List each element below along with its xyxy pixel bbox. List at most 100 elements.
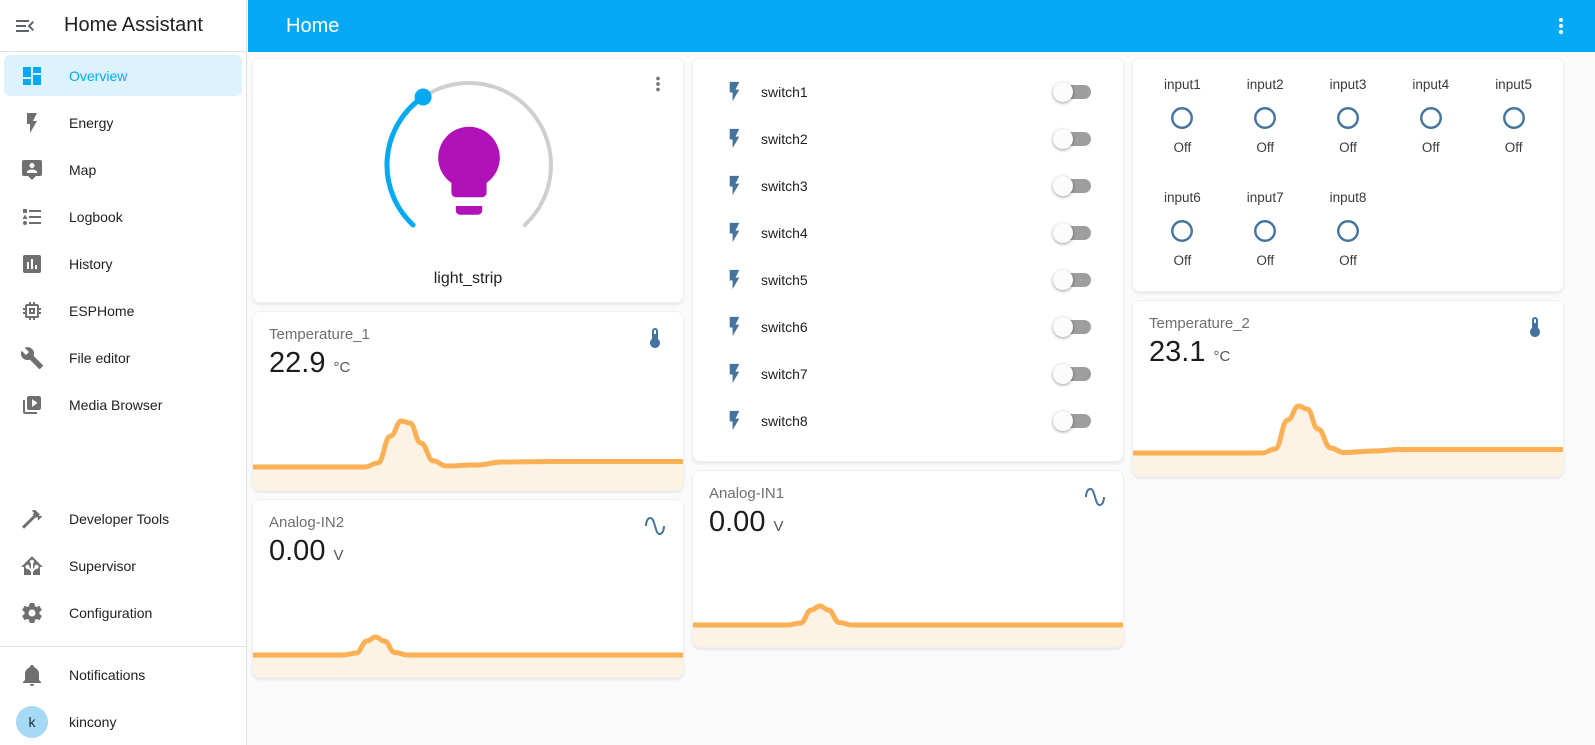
light-name[interactable]: light_strip [253,270,683,288]
sidebar-item-esphome[interactable]: ESPHome [0,287,246,334]
input-state: Off [1307,140,1390,155]
glance-item-input3[interactable]: input3 Off [1307,77,1390,168]
switch-row: switch5 [693,256,1123,303]
switch-name[interactable]: switch3 [761,178,808,194]
glance-item-input5[interactable]: input5 Off [1472,77,1555,168]
chart-box-icon [20,252,44,276]
radiobox-blank-icon [1501,105,1527,131]
input-name: input3 [1307,77,1390,92]
radiobox-blank-icon [1169,218,1195,244]
sensor-name: Analog-IN2 [269,514,667,531]
sidebar-item-overview[interactable]: Overview [0,52,246,99]
lightbulb-icon[interactable] [438,127,500,215]
sensor-value: 0.00 [269,537,325,566]
input-state: Off [1389,140,1472,155]
thermometer-icon [643,326,667,350]
switch-toggle[interactable] [1055,364,1091,384]
sensor-unit: °C [1213,348,1230,365]
flash-icon [723,362,746,385]
switch-name[interactable]: switch7 [761,366,808,382]
sidebar-item-label: Energy [69,115,113,131]
column-3: input1 Off input2 Off input3 Off input4 … [1132,58,1564,477]
gear-icon [20,601,44,625]
switch-name[interactable]: switch6 [761,319,808,335]
page-title: Home [286,15,339,38]
input-state: Off [1224,253,1307,268]
sidebar-item-label: Supervisor [69,558,136,574]
glance-item-input1[interactable]: input1 Off [1141,77,1224,168]
switch-name[interactable]: switch5 [761,272,808,288]
menu-open-icon[interactable] [13,14,37,38]
input-name: input8 [1307,190,1390,205]
switch-toggle[interactable] [1055,129,1091,149]
sidebar-item-notifications[interactable]: Notifications [0,651,246,698]
switch-toggle[interactable] [1055,82,1091,102]
switch-name[interactable]: switch8 [761,413,808,429]
sidebar: Home Assistant Overview Energy Map Logbo… [0,0,247,745]
switch-toggle[interactable] [1055,270,1091,290]
glance-item-input2[interactable]: input2 Off [1224,77,1307,168]
wrench-icon [20,346,44,370]
glance-item-input4[interactable]: input4 Off [1389,77,1472,168]
sine-wave-icon [1083,485,1107,509]
view-header: Home [248,0,1595,52]
light-brightness-slider[interactable] [374,73,564,263]
switches-card: switch1 switch2 switch3 switch4 switch5 [692,58,1124,462]
sensor-unit: °C [333,359,350,376]
switch-name[interactable]: switch1 [761,84,808,100]
glance-item-input6[interactable]: input6 Off [1141,190,1224,281]
play-box-icon [20,393,44,417]
sidebar-item-file-editor[interactable]: File editor [0,334,246,381]
overflow-menu-icon[interactable] [1549,14,1573,38]
switch-toggle[interactable] [1055,411,1091,431]
switch-name[interactable]: switch2 [761,131,808,147]
glance-item-input7[interactable]: input7 Off [1224,190,1307,281]
radiobox-blank-icon [1418,105,1444,131]
sidebar-item-configuration[interactable]: Configuration [0,589,246,636]
switch-toggle[interactable] [1055,223,1091,243]
radiobox-blank-icon [1252,105,1278,131]
light-strip-card: light_strip [252,58,684,303]
sidebar-item-history[interactable]: History [0,240,246,287]
switch-name[interactable]: switch4 [761,225,808,241]
column-1: light_strip Temperature_1 22.9 °C Analog… [252,58,684,678]
analog-in2-card[interactable]: Analog-IN2 0.00 V [252,499,684,678]
sidebar-item-map[interactable]: Map [0,146,246,193]
flash-icon [723,409,746,432]
sidebar-item-label: Map [69,162,96,178]
flash-icon [723,127,746,150]
sidebar-item-label: Logbook [69,209,123,225]
sidebar-item-label: kincony [69,714,116,730]
input-name: input2 [1224,77,1307,92]
sidebar-item-media-browser[interactable]: Media Browser [0,381,246,428]
sensor-name: Temperature_1 [269,326,667,343]
sidebar-item-label: ESPHome [69,303,134,319]
input-state: Off [1141,140,1224,155]
sidebar-item-label: Media Browser [69,397,162,413]
glance-item-input8[interactable]: input8 Off [1307,190,1390,281]
sidebar-item-label: History [69,256,113,272]
sidebar-item-developer-tools[interactable]: Developer Tools [0,495,246,542]
home-assistant-icon [20,554,44,578]
switch-toggle[interactable] [1055,176,1091,196]
slider-knob[interactable] [415,89,432,106]
sidebar-item-energy[interactable]: Energy [0,99,246,146]
sidebar-item-supervisor[interactable]: Supervisor [0,542,246,589]
switch-toggle[interactable] [1055,317,1091,337]
sidebar-item-logbook[interactable]: Logbook [0,193,246,240]
view-dashboard-icon [20,64,44,88]
temperature-1-card[interactable]: Temperature_1 22.9 °C [252,311,684,491]
card-more-icon[interactable] [647,73,669,95]
analog-in1-card[interactable]: Analog-IN1 0.00 V [692,470,1124,648]
flash-icon [723,268,746,291]
temperature-2-card[interactable]: Temperature_2 23.1 °C [1132,300,1564,477]
sidebar-item-label: Developer Tools [69,511,169,527]
sidebar-item-label: File editor [69,350,130,366]
input-state: Off [1141,253,1224,268]
sensor-value: 23.1 [1149,338,1205,367]
sidebar-item-user-profile[interactable]: k kincony [0,698,246,745]
dashboard-view: light_strip Temperature_1 22.9 °C Analog… [248,52,1595,745]
input-name: input6 [1141,190,1224,205]
input-name: input5 [1472,77,1555,92]
sidebar-spacer [0,428,246,495]
